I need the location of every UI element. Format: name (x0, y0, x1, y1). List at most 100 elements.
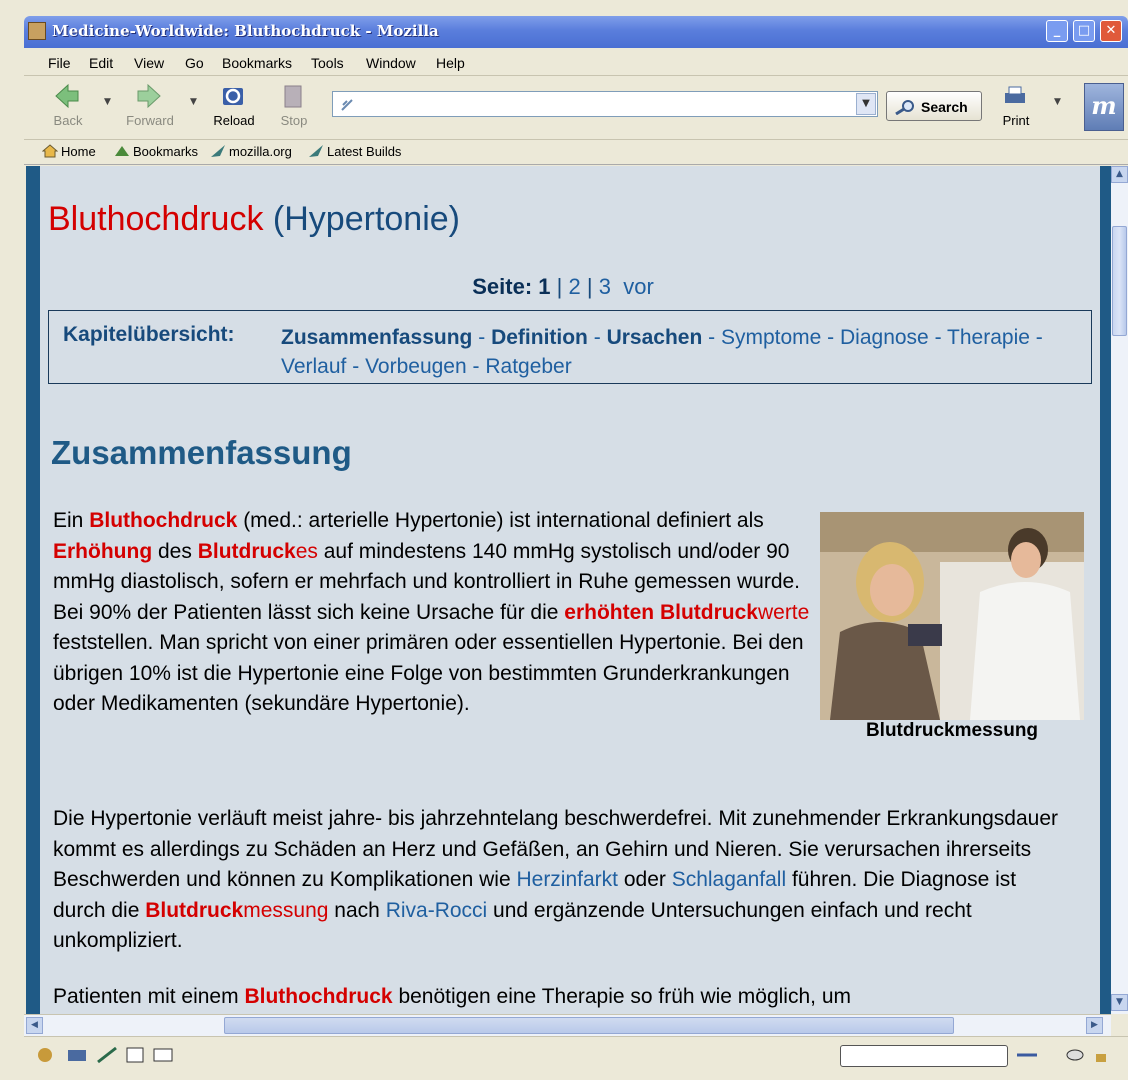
keyword-link[interactable]: Blutdruck (198, 540, 296, 563)
back-arrow-icon (55, 83, 79, 109)
forward-history-dropdown-icon[interactable]: ▼ (190, 97, 197, 107)
vertical-scrollbar[interactable]: ▲ ▼ (1111, 166, 1128, 1014)
inline-link-riva-rocci[interactable]: Riva-Rocci (386, 899, 488, 922)
mozilla-throbber-logo[interactable]: m (1084, 83, 1124, 131)
forward-label: Forward (126, 113, 174, 128)
inline-link-herzinfarkt[interactable]: Herzinfarkt (516, 868, 618, 891)
stop-icon (284, 85, 302, 108)
composer-icon[interactable] (96, 1045, 118, 1065)
bookmark-bookmarks[interactable]: Bookmarks (114, 144, 198, 159)
mail-icon[interactable] (66, 1045, 88, 1065)
menu-window[interactable]: Window (366, 55, 416, 71)
menu-file[interactable]: File (48, 55, 71, 71)
chapter-link-zusammenfassung[interactable]: Zusammenfassung (281, 326, 472, 349)
reload-icon (223, 88, 243, 105)
menu-view[interactable]: View (134, 55, 164, 71)
summary-paragraph-3: Patienten mit einem Bluthochdruck benöti… (53, 985, 851, 1008)
scroll-right-arrow-icon[interactable]: ▶ (1086, 1017, 1103, 1034)
keyword-link[interactable]: Bluthochdruck (89, 509, 237, 532)
keyword-link[interactable]: erhöhten Blutdruck (564, 601, 758, 624)
page-title: Bluthochdruck (Hypertonie) (48, 200, 460, 239)
mozilla-org-label: mozilla.org (229, 144, 292, 159)
reload-label: Reload (213, 113, 255, 128)
navigator-icon[interactable] (34, 1045, 56, 1065)
back-button[interactable]: Back (38, 81, 98, 135)
personal-toolbar: Home Bookmarks mozilla.org Latest Builds (24, 140, 1128, 165)
chapter-link-ursachen[interactable]: Ursachen (607, 326, 703, 349)
browser-window: Medicine-Worldwide: Bluthochdruck - Mozi… (0, 0, 1128, 1080)
chapter-overview-label: Kapitelübersicht: (63, 323, 235, 346)
chapter-link-vorbeugen[interactable]: Vorbeugen (365, 355, 467, 378)
navigation-toolbar: Back ▼ Forward ▼ Reload Stop ▼ Search Pr… (24, 77, 1128, 140)
stop-button[interactable]: Stop (264, 81, 324, 135)
pager-label: Seite: (472, 274, 533, 299)
scroll-left-arrow-icon[interactable]: ◀ (26, 1017, 43, 1034)
search-button[interactable]: Search (886, 91, 982, 121)
address-book-icon[interactable] (124, 1045, 146, 1065)
bookmark-home[interactable]: Home (42, 144, 96, 159)
close-button[interactable]: ✕ (1100, 20, 1122, 42)
pager-separator: | (586, 274, 593, 299)
stop-label: Stop (280, 113, 308, 128)
page-site-icon (341, 99, 353, 111)
keyword-suffix: messung (243, 898, 329, 922)
minimize-button[interactable]: _ (1046, 20, 1068, 42)
pager-current: 1 (538, 274, 551, 299)
reload-button[interactable]: Reload (204, 81, 264, 135)
mozilla-app-icon (28, 22, 46, 40)
chapter-link-verlauf[interactable]: Verlauf (281, 355, 346, 378)
back-history-dropdown-icon[interactable]: ▼ (104, 97, 111, 107)
chapter-link-ratgeber[interactable]: Ratgeber (485, 355, 571, 378)
latest-builds-label: Latest Builds (327, 144, 402, 159)
inline-link-schlaganfall[interactable]: Schlaganfall (672, 868, 786, 891)
keyword-link[interactable]: Bluthochdruck (244, 985, 392, 1008)
progress-meter (840, 1045, 1008, 1067)
pager-page-3-link[interactable]: 3 (599, 274, 611, 299)
menu-go[interactable]: Go (185, 55, 204, 71)
print-label: Print (1002, 113, 1030, 128)
chapter-link-symptome[interactable]: Symptome (721, 326, 821, 349)
bookmark-quill-icon (309, 145, 323, 157)
bookmark-latest-builds[interactable]: Latest Builds (308, 144, 401, 159)
scroll-down-arrow-icon[interactable]: ▼ (1111, 994, 1128, 1011)
back-label: Back (53, 113, 83, 128)
chapter-link-definition[interactable]: Definition (491, 326, 588, 349)
horizontal-scrollbar[interactable]: ◀ ▶ (24, 1014, 1111, 1036)
pager-page-2-link[interactable]: 2 (569, 274, 581, 299)
print-dropdown-icon[interactable]: ▼ (1054, 97, 1061, 107)
maximize-button[interactable]: □ (1073, 20, 1095, 42)
chapter-link-diagnose[interactable]: Diagnose (840, 326, 929, 349)
vertical-scroll-thumb[interactable] (1112, 226, 1127, 336)
horizontal-scroll-thumb[interactable] (224, 1017, 954, 1034)
search-label: Search (921, 99, 968, 115)
status-bar (24, 1036, 1128, 1080)
chatzilla-icon[interactable] (152, 1045, 174, 1065)
window-title: Medicine-Worldwide: Bluthochdruck - Mozi… (52, 22, 439, 40)
chapter-link-therapie[interactable]: Therapie (947, 326, 1030, 349)
chapter-overview-box: Kapitelübersicht: Zusammenfassung - Defi… (48, 310, 1092, 384)
bookmark-quill-icon (211, 145, 225, 157)
print-button[interactable]: Print (986, 81, 1046, 135)
menu-help[interactable]: Help (436, 55, 465, 71)
menu-bookmarks[interactable]: Bookmarks (222, 55, 292, 71)
url-history-dropdown-button[interactable]: ▼ (856, 93, 876, 115)
menu-tools[interactable]: Tools (311, 55, 344, 71)
scroll-up-arrow-icon[interactable]: ▲ (1111, 166, 1128, 183)
keyword-link[interactable]: Blutdruck (145, 899, 243, 922)
bookmarks-label: Bookmarks (133, 144, 199, 159)
page-content: Bluthochdruck (Hypertonie) Seite: 1 | 2 … (26, 166, 1111, 1014)
keyword-suffix: werte (757, 600, 810, 624)
online-status-icon[interactable] (1016, 1045, 1038, 1065)
bookmark-mozilla-org[interactable]: mozilla.org (210, 144, 292, 159)
keyword-link[interactable]: Erhöhung (53, 540, 152, 563)
cookie-icon[interactable] (1064, 1045, 1086, 1065)
pager-next-link[interactable]: vor (623, 274, 654, 299)
keyword-suffix: es (295, 539, 318, 563)
url-input[interactable] (332, 91, 878, 117)
menu-edit[interactable]: Edit (89, 55, 113, 71)
forward-button[interactable]: Forward (120, 81, 180, 135)
photo-caption: Blutdruckmessung (865, 720, 1039, 741)
home-label: Home (61, 144, 96, 159)
security-lock-icon[interactable] (1090, 1045, 1112, 1065)
pagination: Seite: 1 | 2 | 3 vor (26, 274, 1100, 300)
